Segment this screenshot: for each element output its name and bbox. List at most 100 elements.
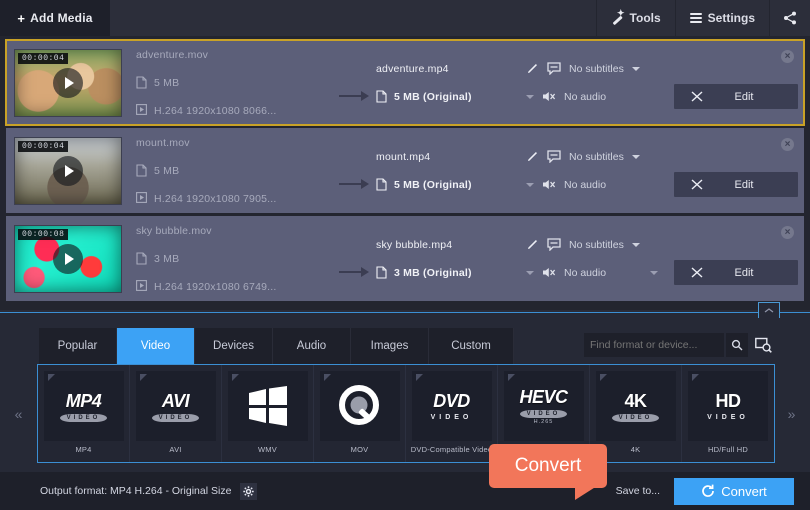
remove-item-button[interactable]: ×	[781, 50, 794, 63]
subtitles-line: No subtitles	[526, 55, 798, 83]
format-tile-mp4[interactable]: MP4 VIDEO MP4	[38, 365, 130, 462]
format-art: HEVC VIDEO H.265	[504, 371, 584, 441]
bottom-bar: Output format: MP4 H.264 - Original Size…	[0, 472, 810, 510]
video-info-icon	[136, 104, 147, 117]
quicktime-logo-icon	[338, 384, 382, 428]
format-tile-hd[interactable]: HD VIDEO HD/Full HD	[682, 365, 774, 462]
file-icon	[136, 164, 147, 177]
tab-video[interactable]: Video	[117, 328, 195, 364]
device-search-icon	[755, 337, 772, 353]
video-thumbnail[interactable]: 00:00:08	[14, 225, 122, 293]
output-name-line: sky bubble.mp4	[376, 231, 526, 259]
edit-button-label: Edit	[708, 91, 798, 103]
subtitles-value: No subtitles	[569, 63, 624, 75]
scissors-icon	[686, 90, 708, 103]
subtitles-value: No subtitles	[569, 239, 624, 251]
remove-item-button[interactable]: ×	[781, 226, 794, 239]
tools-button[interactable]: Tools	[596, 0, 675, 36]
device-detect-button[interactable]	[751, 333, 775, 357]
table-row[interactable]: 00:00:04 mount.mov 5 MB H.264 1920x1080 …	[6, 128, 804, 213]
source-filename: mount.mov	[136, 137, 190, 149]
video-thumbnail[interactable]: 00:00:04	[14, 49, 122, 117]
collapse-icon	[764, 306, 774, 315]
scroll-right-button[interactable]: »	[773, 364, 810, 463]
format-logo-sub: VIDEO	[520, 410, 568, 418]
pencil-icon[interactable]	[526, 238, 539, 251]
collapse-panel-button[interactable]	[758, 302, 780, 318]
media-list[interactable]: 00:00:04 adventure.mov 5 MB H.264 1920x1…	[0, 36, 810, 310]
plus-icon: +	[17, 11, 25, 26]
tab-popular[interactable]: Popular	[39, 328, 117, 364]
source-filename: adventure.mov	[136, 49, 208, 61]
toolbar-spacer	[110, 0, 596, 36]
play-icon[interactable]	[53, 156, 83, 186]
convert-button[interactable]: Convert	[674, 478, 794, 505]
format-tile-mov[interactable]: MOV	[314, 365, 406, 462]
play-icon[interactable]	[53, 68, 83, 98]
close-icon: ×	[785, 52, 791, 62]
format-logo-sub2: H.265	[534, 419, 554, 425]
tab-devices[interactable]: Devices	[195, 328, 273, 364]
output-filesize: 3 MB (Original)	[394, 267, 472, 279]
source-name-line: adventure.mov	[136, 41, 332, 69]
audio-left-caret[interactable]	[526, 95, 534, 99]
tab-images[interactable]: Images	[351, 328, 429, 364]
tab-label: Devices	[213, 340, 254, 352]
tab-custom[interactable]: Custom	[429, 328, 514, 364]
pencil-icon[interactable]	[526, 62, 539, 75]
settings-gear-button[interactable]	[240, 483, 257, 500]
format-caption: MP4	[75, 445, 91, 454]
audio-left-caret[interactable]	[526, 271, 534, 275]
play-icon[interactable]	[53, 244, 83, 274]
source-codec-line: H.264 1920x1080 8066...	[136, 97, 332, 125]
subtitles-icon	[547, 238, 561, 251]
share-icon	[783, 11, 797, 25]
bookmark-flag-icon	[324, 374, 332, 382]
movavi-video-converter-window: + Add Media Tools Settings	[0, 0, 810, 510]
controls-column: No subtitles No audio Edit	[526, 143, 804, 199]
format-caption: MOV	[351, 445, 369, 454]
format-art: AVI VIDEO	[136, 371, 216, 441]
edit-button-label: Edit	[708, 179, 798, 191]
pencil-icon[interactable]	[526, 150, 539, 163]
output-name-line: mount.mp4	[376, 143, 526, 171]
arrow-right-icon	[339, 267, 369, 277]
format-logo-sub: VIDEO	[60, 414, 108, 422]
settings-button[interactable]: Settings	[675, 0, 769, 36]
search-input[interactable]	[584, 333, 724, 357]
source-filesize: 5 MB	[154, 165, 179, 177]
source-codec-info: H.264 1920x1080 6749...	[154, 281, 277, 293]
subtitles-dropdown-caret[interactable]	[632, 67, 640, 71]
bookmark-flag-icon	[508, 374, 516, 382]
remove-item-button[interactable]: ×	[781, 138, 794, 151]
source-codec-line: H.264 1920x1080 6749...	[136, 273, 332, 301]
share-button[interactable]	[769, 0, 810, 36]
tab-label: Custom	[451, 340, 491, 352]
file-icon	[136, 76, 147, 89]
edit-button[interactable]: Edit	[674, 172, 798, 197]
table-row[interactable]: 00:00:04 adventure.mov 5 MB H.264 1920x1…	[6, 40, 804, 125]
format-tile-avi[interactable]: AVI VIDEO AVI	[130, 365, 222, 462]
scroll-left-button[interactable]: «	[0, 364, 37, 463]
edit-button[interactable]: Edit	[674, 84, 798, 109]
output-size-line: 5 MB (Original)	[376, 171, 526, 199]
edit-button[interactable]: Edit	[674, 260, 798, 285]
format-caption: AVI	[169, 445, 181, 454]
video-thumbnail[interactable]: 00:00:04	[14, 137, 122, 205]
save-to-label: Save to...	[616, 485, 660, 497]
format-tile-wmv[interactable]: WMV	[222, 365, 314, 462]
search-button[interactable]	[726, 333, 748, 357]
audio-dropdown-caret[interactable]	[650, 271, 658, 275]
subtitles-dropdown-caret[interactable]	[632, 155, 640, 159]
table-row[interactable]: 00:00:08 sky bubble.mov 3 MB H.264 1920x…	[6, 216, 804, 301]
output-column: adventure.mp4 5 MB (Original)	[376, 55, 526, 111]
tab-audio[interactable]: Audio	[273, 328, 351, 364]
format-logo-sub: VIDEO	[707, 414, 749, 421]
add-media-button[interactable]: + Add Media	[0, 0, 110, 36]
save-to-button[interactable]: Save to...	[616, 485, 660, 497]
audio-line: No audio Edit	[526, 83, 798, 111]
format-tile-dvd[interactable]: DVD VIDEO DVD-Compatible Video	[406, 365, 498, 462]
audio-left-caret[interactable]	[526, 183, 534, 187]
subtitles-dropdown-caret[interactable]	[632, 243, 640, 247]
bookmark-flag-icon	[48, 374, 56, 382]
